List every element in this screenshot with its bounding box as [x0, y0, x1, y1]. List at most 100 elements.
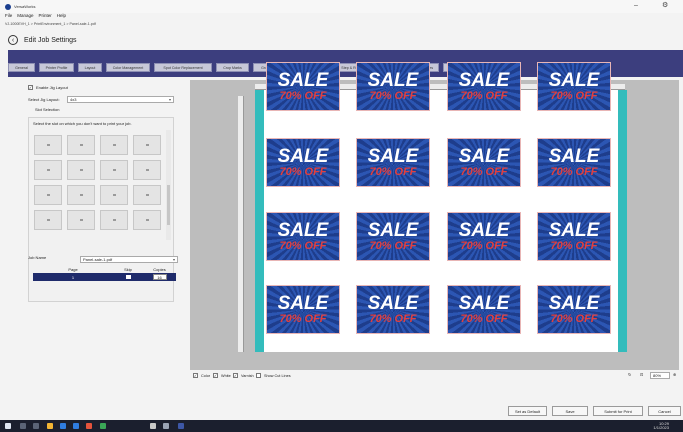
start-icon[interactable]: [5, 423, 11, 429]
option-varnish[interactable]: ✓ Varnish: [233, 373, 254, 378]
jig-slot[interactable]: [34, 135, 62, 155]
zoom-select[interactable]: 80%: [650, 372, 670, 379]
sale-artwork-tile[interactable]: SALE 70% OFF: [537, 285, 611, 334]
slot-marker-icon: [112, 194, 116, 196]
app-icon-steel[interactable]: [163, 423, 169, 429]
app-logo-icon: [5, 3, 11, 10]
tab-printer-profile[interactable]: Printer Profile: [39, 63, 74, 72]
select-jig-label: Select Jig Layout:: [28, 97, 60, 102]
jig-slot[interactable]: [133, 135, 161, 155]
fit-page-icon[interactable]: ⊡: [640, 372, 643, 377]
enable-jig-checkbox[interactable]: ✓: [28, 85, 33, 90]
sale-artwork-tile[interactable]: SALE 70% OFF: [447, 138, 521, 187]
minimize-button[interactable]: –: [634, 2, 638, 10]
save-button[interactable]: Save: [552, 406, 588, 416]
slot-scrollbar[interactable]: [166, 130, 171, 240]
jig-page: SALE 70% OFF SALE 70% OFF SALE 70% OFF SALE 70%…: [255, 62, 627, 352]
file-explorer-icon[interactable]: [47, 423, 53, 429]
chevron-down-icon: ▾: [172, 257, 175, 262]
sale-artwork-tile[interactable]: SALE 70% OFF: [447, 285, 521, 334]
jig-slot[interactable]: [100, 185, 128, 205]
white-checkbox[interactable]: ✓: [213, 373, 218, 378]
artwork-subline: 70% OFF: [279, 166, 327, 178]
set-default-button[interactable]: Set as Default: [508, 406, 547, 416]
cancel-button[interactable]: Cancel: [648, 406, 681, 416]
artwork-subline: 70% OFF: [550, 313, 598, 325]
tab-general[interactable]: General: [8, 63, 35, 72]
slot-marker-icon: [46, 194, 50, 196]
tab-spot-color-replacement[interactable]: Spot Color Replacement: [154, 63, 212, 72]
browser-icon[interactable]: [86, 423, 92, 429]
artwork-subline: 70% OFF: [460, 313, 508, 325]
jig-slot[interactable]: [133, 185, 161, 205]
sale-artwork-tile[interactable]: SALE 70% OFF: [356, 212, 430, 261]
slot-scrollbar-thumb[interactable]: [167, 185, 170, 225]
versaworks-taskbar-icon[interactable]: [178, 423, 184, 429]
artwork-subline: 70% OFF: [550, 166, 598, 178]
table-row[interactable]: 1 16: [33, 273, 176, 281]
option-white[interactable]: ✓ White: [213, 373, 231, 378]
search-icon[interactable]: [20, 423, 26, 429]
jig-slot[interactable]: [34, 160, 62, 180]
sale-artwork-tile[interactable]: SALE 70% OFF: [537, 212, 611, 261]
sale-artwork-tile[interactable]: SALE 70% OFF: [266, 212, 340, 261]
jig-slot[interactable]: [34, 185, 62, 205]
jig-slot[interactable]: [67, 160, 95, 180]
artwork-headline: SALE: [367, 293, 419, 314]
os-taskbar: 10:29 1/1/2023: [0, 420, 683, 432]
jig-slot[interactable]: [34, 210, 62, 230]
settings-icon[interactable]: ⚙: [662, 2, 668, 10]
jig-slot[interactable]: [67, 210, 95, 230]
jig-slot[interactable]: [100, 135, 128, 155]
menu-printer[interactable]: Printer: [39, 13, 52, 21]
slot-marker-icon: [79, 169, 83, 171]
jig-slot[interactable]: [100, 160, 128, 180]
tab-layout[interactable]: Layout: [78, 63, 102, 72]
mail-icon[interactable]: [73, 423, 79, 429]
artwork-subline: 70% OFF: [279, 240, 327, 252]
jig-slot[interactable]: [67, 135, 95, 155]
task-view-icon[interactable]: [33, 423, 39, 429]
page-table-header: Page Skip Copies: [33, 266, 176, 273]
tab-crop-marks[interactable]: Crop Marks: [216, 63, 249, 72]
sale-artwork-tile[interactable]: SALE 70% OFF: [266, 62, 340, 111]
jig-slot[interactable]: [133, 210, 161, 230]
slot-marker-icon: [79, 144, 83, 146]
job-name-select[interactable]: Panel-sale-1.pdf ▾: [80, 256, 178, 263]
app-icon-green[interactable]: [100, 423, 106, 429]
sale-artwork-tile[interactable]: SALE 70% OFF: [537, 138, 611, 187]
sale-artwork-tile[interactable]: SALE 70% OFF: [356, 285, 430, 334]
store-icon[interactable]: [60, 423, 66, 429]
sale-artwork-tile[interactable]: SALE 70% OFF: [266, 138, 340, 187]
sale-artwork-tile[interactable]: SALE 70% OFF: [266, 285, 340, 334]
jig-slot[interactable]: [133, 160, 161, 180]
jig-slot[interactable]: [100, 210, 128, 230]
artwork-headline: SALE: [277, 70, 329, 91]
jig-slot[interactable]: [67, 185, 95, 205]
zoom-icon[interactable]: ⊕: [673, 372, 676, 377]
back-button[interactable]: ‹: [8, 35, 18, 45]
skip-checkbox[interactable]: [125, 275, 131, 279]
menu-manage[interactable]: Manage: [17, 13, 33, 21]
menu-file[interactable]: File: [5, 13, 12, 21]
color-checkbox[interactable]: ✓: [193, 373, 198, 378]
copies-input[interactable]: 16: [152, 274, 167, 280]
option-color[interactable]: ✓ Color: [193, 373, 210, 378]
slot-marker-icon: [112, 169, 116, 171]
sale-artwork-tile[interactable]: SALE 70% OFF: [356, 62, 430, 111]
option-cut-lines[interactable]: Show Cut Lines: [256, 373, 291, 378]
submit-for-print-button[interactable]: Submit for Print: [593, 406, 643, 416]
app-icon-gray[interactable]: [150, 423, 156, 429]
sale-artwork-tile[interactable]: SALE 70% OFF: [537, 62, 611, 111]
jig-layout-select[interactable]: 4x3 ▾: [67, 96, 174, 103]
sale-artwork-tile[interactable]: SALE 70% OFF: [447, 212, 521, 261]
sale-artwork-tile[interactable]: SALE 70% OFF: [447, 62, 521, 111]
artwork-subline: 70% OFF: [550, 240, 598, 252]
varnish-checkbox[interactable]: ✓: [233, 373, 238, 378]
refresh-icon[interactable]: ↻: [628, 372, 631, 377]
cut-lines-checkbox[interactable]: [256, 373, 261, 378]
tab-color-management[interactable]: Color Management: [106, 63, 150, 72]
slot-marker-icon: [145, 169, 149, 171]
menu-help[interactable]: Help: [57, 13, 66, 21]
sale-artwork-tile[interactable]: SALE 70% OFF: [356, 138, 430, 187]
